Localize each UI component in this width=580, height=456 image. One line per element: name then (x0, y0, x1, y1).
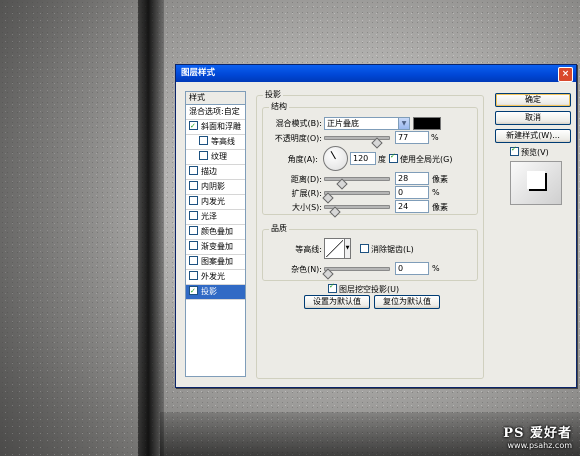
size-unit: 像素 (432, 203, 448, 212)
preview-square (527, 171, 545, 189)
style-item-gradient-overlay[interactable]: 渐变叠加 (186, 240, 245, 255)
global-light-checkbox[interactable] (389, 152, 398, 163)
spread-percent: % (432, 188, 440, 197)
checkbox-pattern-overlay[interactable] (189, 256, 198, 265)
watermark-brand: PS 爱好者 (503, 426, 572, 441)
distance-slider[interactable] (324, 177, 390, 181)
wall-seam-vertical (138, 0, 164, 456)
angle-field[interactable]: 120 (350, 152, 376, 165)
style-item-texture[interactable]: 纹理 (186, 150, 245, 165)
cancel-button[interactable]: 取消 (495, 111, 571, 125)
opacity-field[interactable]: 77 (395, 131, 429, 144)
spread-field[interactable]: 0 (395, 186, 429, 199)
style-item-inner-shadow[interactable]: 内阴影 (186, 180, 245, 195)
style-item-drop-shadow[interactable]: 投影 (186, 284, 245, 300)
chevron-down-icon: ▼ (398, 118, 409, 129)
close-button[interactable]: × (558, 67, 573, 82)
style-item-blending-options[interactable]: 混合选项:自定 (186, 105, 245, 120)
styles-list-header: 样式 (186, 92, 245, 105)
angle-dial[interactable] (323, 146, 348, 171)
style-item-color-overlay[interactable]: 颜色叠加 (186, 225, 245, 240)
blend-mode-select[interactable]: 正片叠底 ▼ (324, 117, 410, 130)
knockout-label: 图层挖空投影(U) (339, 285, 400, 294)
knockout-checkbox[interactable] (328, 282, 337, 293)
contour-label: 等高线: (295, 245, 322, 254)
reset-default-button[interactable]: 复位为默认值 (374, 295, 440, 309)
checkbox-satin[interactable] (189, 211, 198, 220)
make-default-button[interactable]: 设置为默认值 (304, 295, 370, 309)
size-label: 大小(S): (291, 203, 322, 212)
style-preview-thumbnail (510, 161, 562, 205)
style-item-inner-glow[interactable]: 内发光 (186, 195, 245, 210)
style-item-outer-glow[interactable]: 外发光 (186, 270, 245, 285)
watermark-url: www.psahz.com (507, 441, 572, 450)
shadow-color-swatch[interactable] (413, 117, 441, 130)
drop-shadow-title: 投影 (263, 89, 283, 100)
checkbox-inner-glow[interactable] (189, 196, 198, 205)
angle-label: 角度(A): (287, 155, 318, 164)
structure-title: 结构 (269, 101, 289, 112)
distance-label: 距离(D): (290, 175, 322, 184)
checkbox-bevel-emboss[interactable] (189, 119, 198, 133)
layer-style-dialog: 图层样式 × 样式 混合选项:自定 斜面和浮雕 等高线 纹理 描边 内阴影 内发… (175, 64, 577, 388)
checkbox-contour[interactable] (199, 136, 208, 145)
preview-checkbox[interactable] (510, 145, 519, 156)
distance-unit: 像素 (432, 175, 448, 184)
style-item-bevel-emboss[interactable]: 斜面和浮雕 (186, 119, 245, 135)
contour-picker[interactable] (324, 238, 345, 259)
blend-mode-label: 混合模式(B): (275, 119, 322, 128)
spread-slider[interactable] (324, 191, 390, 195)
size-field[interactable]: 24 (395, 200, 429, 213)
style-item-satin[interactable]: 光泽 (186, 210, 245, 225)
checkbox-gradient-overlay[interactable] (189, 241, 198, 250)
opacity-percent: % (431, 133, 439, 142)
checkbox-drop-shadow[interactable] (189, 284, 198, 298)
style-item-contour[interactable]: 等高线 (186, 135, 245, 150)
spread-label: 扩展(R): (291, 189, 323, 198)
contour-dropdown[interactable]: ▼ (345, 238, 351, 259)
styles-list: 样式 混合选项:自定 斜面和浮雕 等高线 纹理 描边 内阴影 内发光 光泽 颜色… (185, 91, 246, 377)
noise-field[interactable]: 0 (395, 262, 429, 275)
opacity-slider[interactable] (324, 136, 390, 140)
style-item-stroke[interactable]: 描边 (186, 165, 245, 180)
site-watermark: PS 爱好者 www.psahz.com (503, 422, 572, 450)
angle-unit: 度 (378, 155, 386, 164)
checkbox-texture[interactable] (199, 151, 208, 160)
checkbox-stroke[interactable] (189, 166, 198, 175)
quality-title: 品质 (269, 223, 289, 234)
anti-alias-checkbox[interactable] (360, 244, 369, 253)
opacity-label: 不透明度(O): (274, 134, 322, 143)
noise-label: 杂色(N): (291, 265, 322, 274)
checkbox-color-overlay[interactable] (189, 226, 198, 235)
style-item-pattern-overlay[interactable]: 图案叠加 (186, 255, 245, 270)
anti-alias-label: 消除锯齿(L) (371, 245, 414, 254)
noise-slider[interactable] (324, 267, 390, 271)
dialog-title: 图层样式 (181, 68, 216, 78)
preview-label: 预览(V) (521, 148, 549, 157)
checkbox-outer-glow[interactable] (189, 271, 198, 280)
new-style-button[interactable]: 新建样式(W)... (495, 129, 571, 143)
global-light-label: 使用全局光(G) (400, 155, 453, 164)
wall-shadow (0, 0, 150, 456)
distance-field[interactable]: 28 (395, 172, 429, 185)
dialog-titlebar[interactable]: 图层样式 × (176, 65, 576, 82)
noise-percent: % (432, 264, 440, 273)
ok-button[interactable]: 确定 (495, 93, 571, 107)
checkbox-inner-shadow[interactable] (189, 181, 198, 190)
